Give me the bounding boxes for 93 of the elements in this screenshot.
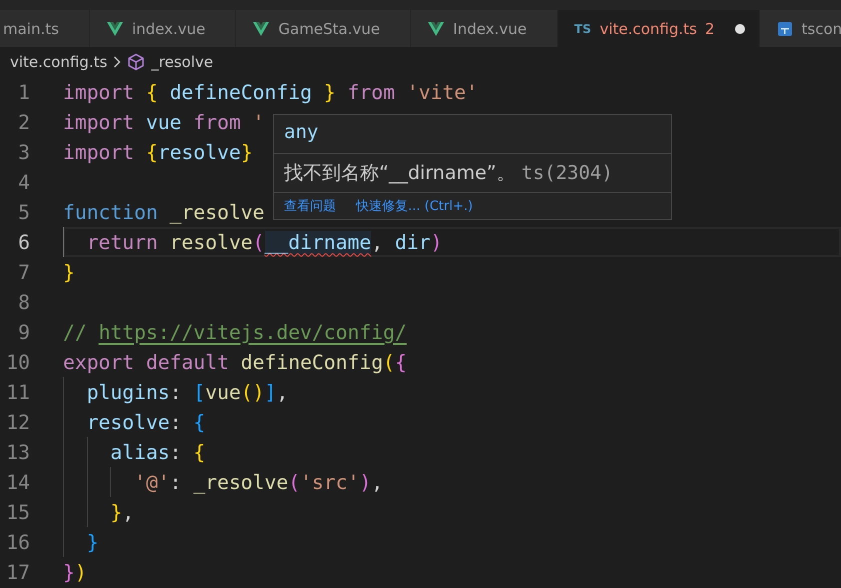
code-token: {: [144, 80, 158, 104]
cube-icon: [127, 53, 146, 71]
code-token: ]: [264, 380, 276, 404]
code-token: ': [252, 110, 265, 134]
code-token: {: [394, 350, 407, 374]
code-token: _resolve: [192, 470, 288, 494]
line-number: 13: [5, 440, 30, 464]
error-token: __dirname: [264, 230, 372, 254]
code-token: }: [63, 560, 75, 584]
editor-tab[interactable]: GameSta.vue: [236, 10, 412, 47]
code-token: from: [346, 80, 395, 104]
code-token: defineConfig: [168, 80, 313, 104]
code-token: :: [170, 440, 182, 464]
code-token: :: [170, 470, 182, 494]
code-token: ): [74, 560, 87, 584]
code-token: }: [240, 140, 253, 164]
line-number: 17: [5, 560, 30, 584]
code-token: ,: [371, 470, 384, 494]
vue-logo-icon: [428, 22, 444, 36]
breadcrumb-symbol[interactable]: _resolve: [151, 53, 214, 71]
code-token: vue: [205, 380, 241, 404]
line-number: 9: [17, 320, 30, 344]
breadcrumb-file[interactable]: vite.config.ts: [10, 53, 108, 71]
code-token: default: [144, 350, 229, 374]
code-token: '@': [134, 470, 170, 494]
hover-action-link[interactable]: 查看问题: [284, 197, 336, 215]
code-token: import: [63, 80, 134, 104]
code-token: import: [63, 140, 134, 164]
ts-file-icon: TS: [574, 22, 592, 36]
line-number: 15: [5, 500, 30, 524]
code-token: resolve: [86, 410, 170, 434]
code-token: from: [193, 110, 241, 134]
code-token: 'vite': [406, 80, 478, 104]
code-token: (: [288, 470, 300, 494]
line-number: 14: [5, 470, 30, 494]
code-token: }: [63, 260, 75, 284]
line-number: 8: [17, 290, 30, 314]
editor-tab[interactable]: main.ts: [0, 10, 90, 47]
code-token: ,: [276, 380, 288, 404]
line-number: 3: [17, 140, 30, 164]
code-token: plugins: [86, 380, 170, 404]
code-token: {: [192, 440, 206, 464]
error-message: 找不到名称“__dirname”。: [284, 161, 516, 186]
code-token: ): [430, 230, 442, 254]
code-token: }: [110, 500, 122, 524]
line-number: 10: [5, 350, 30, 374]
code-token: resolve: [158, 140, 241, 164]
code-token: }: [86, 530, 99, 554]
code-token: (: [383, 350, 395, 374]
code-token: export: [63, 350, 134, 374]
code-token: return: [86, 230, 158, 254]
line-number: 12: [5, 410, 30, 434]
code-token: (: [252, 230, 265, 254]
code-token: :: [170, 410, 182, 434]
vue-logo-icon: [253, 22, 270, 36]
line-number: 11: [5, 380, 30, 404]
code-token: vue: [144, 110, 183, 134]
code-token: ,: [371, 230, 384, 254]
code-token: //: [63, 320, 87, 344]
code-token: (): [240, 380, 265, 404]
line-number: 5: [17, 200, 30, 224]
line-number: 4: [17, 170, 30, 194]
code-token: _resolve: [168, 200, 265, 224]
code-token: dir: [394, 230, 430, 254]
editor-tab[interactable]: tscon: [760, 10, 841, 47]
line-number: 7: [17, 260, 30, 284]
code-token: ,: [122, 500, 134, 524]
code-token: import: [63, 110, 134, 134]
vue-logo-icon: [106, 22, 123, 36]
editor-tab[interactable]: index.vue: [90, 10, 236, 47]
chevron-right-icon: [113, 56, 122, 68]
code-token: resolve: [168, 230, 253, 254]
ts-file-icon: [778, 22, 792, 36]
line-number: 1: [17, 80, 30, 104]
hover-action-link[interactable]: 快速修复... (Ctrl+.): [356, 197, 473, 215]
line-number: 2: [17, 110, 30, 134]
code-token: 'src': [300, 470, 360, 494]
code-token: :: [170, 380, 182, 404]
code-token: {: [144, 140, 158, 164]
line-number: 6: [17, 230, 30, 254]
code-token: {: [192, 410, 206, 434]
code-token: function: [63, 200, 158, 224]
type-text: any: [274, 115, 671, 154]
code-link[interactable]: https://vitejs.dev/config/: [98, 320, 407, 344]
error-code: ts(2304): [521, 162, 613, 184]
code-token: ): [359, 470, 372, 494]
code-token: [: [192, 380, 206, 404]
code-token: }: [324, 80, 336, 104]
editor-tab[interactable]: TS vite.config.ts 2: [558, 10, 760, 47]
line-number: 16: [5, 530, 30, 554]
editor-tab[interactable]: Index.vue: [411, 10, 558, 47]
code-token: defineConfig: [240, 350, 384, 374]
code-token: alias: [110, 440, 170, 464]
